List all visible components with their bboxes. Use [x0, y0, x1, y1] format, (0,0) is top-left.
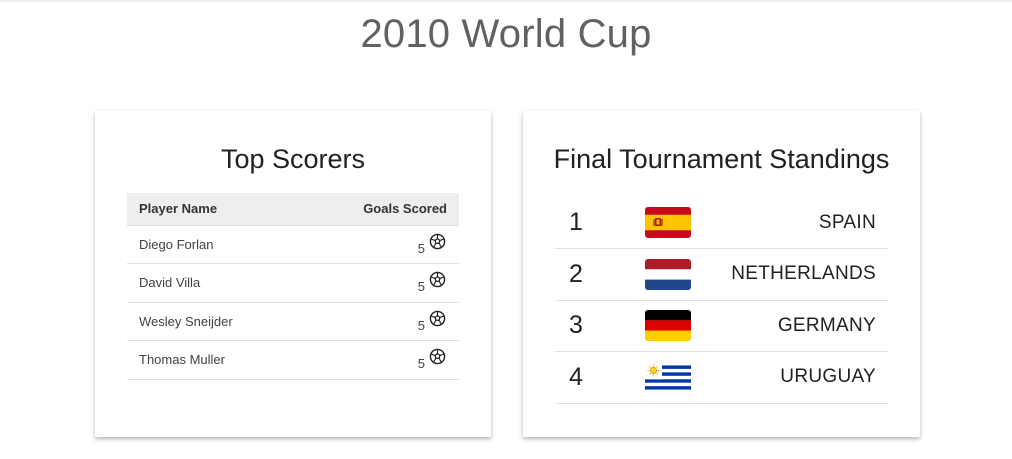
page-title: 2010 World Cup [360, 12, 652, 56]
player-name-cell: David Villa [127, 263, 301, 303]
standings-row[interactable]: 4 URUGUAY [555, 351, 888, 404]
top-scorers-title: Top Scorers [220, 144, 366, 174]
top-scorers-card: Top Scorers Player Name Goals Scored Die… [95, 111, 491, 437]
country-cell: SPAIN [725, 197, 888, 249]
standings-table: 1 SPAIN 2 NETHERLANDS 3 GERMANY 4 URUGUA… [555, 197, 888, 404]
flag-cell [645, 351, 725, 404]
table-row[interactable]: Diego Forlan 5 [127, 225, 459, 264]
goals-cell: 5 [300, 225, 459, 264]
country-cell: GERMANY [725, 300, 888, 352]
germany-flag-icon [645, 310, 691, 342]
goals-count: 5 [417, 356, 425, 372]
rank-cell: 2 [555, 248, 645, 301]
rank-cell: 1 [555, 197, 645, 249]
goals-count: 5 [417, 317, 425, 333]
table-row[interactable]: Thomas Muller 5 [127, 340, 459, 380]
netherlands-flag-icon [645, 258, 691, 290]
player-name-cell: Thomas Muller [127, 340, 301, 380]
standings-row[interactable]: 1 SPAIN [555, 197, 888, 249]
column-header-player-name[interactable]: Player Name [127, 193, 301, 226]
player-name-cell: Wesley Sneijder [127, 302, 301, 341]
standings-title: Final Tournament Standings [553, 144, 890, 174]
soccer-ball-icon [429, 271, 446, 288]
goals-count: 5 [417, 279, 425, 295]
standings-row[interactable]: 3 GERMANY [555, 300, 888, 352]
top-divider [0, 0, 1012, 2]
standings-card: Final Tournament Standings 1 SPAIN 2 NET… [523, 111, 920, 437]
soccer-ball-icon [429, 310, 446, 327]
goals-cell: 5 [300, 302, 459, 341]
goals-cell: 5 [300, 340, 459, 380]
country-cell: NETHERLANDS [725, 248, 888, 301]
country-cell: URUGUAY [725, 351, 888, 404]
table-row[interactable]: David Villa 5 [127, 263, 459, 303]
soccer-ball-icon [429, 348, 446, 365]
standings-row[interactable]: 2 NETHERLANDS [555, 248, 888, 301]
flag-cell [645, 197, 725, 249]
flag-cell [645, 300, 725, 352]
column-header-goals-scored[interactable]: Goals Scored [300, 193, 459, 226]
goals-count: 5 [417, 240, 425, 256]
top-scorers-table: Player Name Goals Scored Diego Forlan 5 … [127, 193, 459, 380]
table-header-row: Player Name Goals Scored [127, 193, 459, 226]
goals-cell: 5 [300, 263, 459, 303]
flag-cell [645, 248, 725, 301]
spain-flag-icon [645, 207, 691, 238]
uruguay-flag-icon [645, 361, 691, 393]
rank-cell: 4 [555, 351, 645, 404]
table-row[interactable]: Wesley Sneijder 5 [127, 302, 459, 341]
rank-cell: 3 [555, 300, 645, 352]
soccer-ball-icon [429, 233, 446, 250]
player-name-cell: Diego Forlan [127, 225, 301, 264]
